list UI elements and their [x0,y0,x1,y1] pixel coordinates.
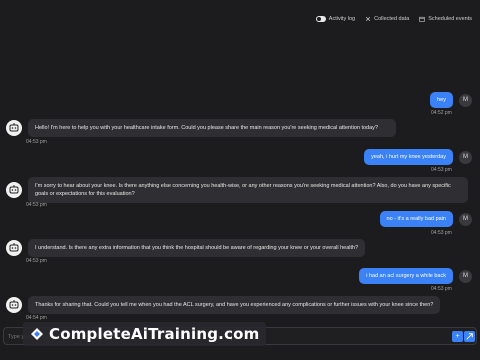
bot-bubble: Thanks for sharing that. Could you tell … [28,296,441,314]
bot-message: Hello! I'm here to help you with your he… [6,119,396,137]
scheduled-events-label: Scheduled events [428,16,472,22]
robot-icon [9,243,19,252]
message-timestamp: 04:54 pm [26,315,47,321]
activity-log-toggle[interactable]: Activity log [315,16,356,22]
watermark-text: CompleteAiTraining.com [49,325,260,343]
chat-app: Activity log Collected data Scheduled ev… [0,0,480,360]
user-avatar: M [459,212,472,226]
message-timestamp: 04:53 pm [26,258,47,264]
user-avatar: M [459,269,472,283]
user-avatar: M [459,93,472,107]
user-bubble: yeah, i hurt my knee yesterday [364,149,453,165]
bot-avatar [6,182,22,198]
plus-icon: + [455,333,460,340]
user-avatar: M [459,150,472,164]
collected-data-button[interactable]: Collected data [365,16,409,22]
attach-button[interactable]: + [452,331,463,342]
user-bubble: i had an acl surgery a while back [359,268,453,284]
collected-data-label: Collected data [374,16,410,22]
user-bubble: no - it's a really bad pain [379,211,453,227]
brand-logo-icon [31,328,43,340]
robot-icon [9,123,19,132]
bot-bubble: I understand. Is there any extra informa… [28,239,366,257]
collected-data-icon [366,16,371,22]
send-button[interactable] [464,331,475,342]
user-bubble: hey [430,92,453,108]
user-message: yeah, i hurt my knee yesterday M [364,149,472,165]
activity-log-label: Activity log [328,16,356,22]
bot-avatar [6,297,22,313]
user-message: no - it's a really bad pain M [379,211,472,227]
robot-icon [9,185,19,194]
calendar-icon [419,16,425,22]
bot-bubble: Hello! I'm here to help you with your he… [28,119,396,137]
bot-bubble: I'm sorry to hear about your knee. Is th… [28,177,468,203]
message-timestamp: 04:53 pm [431,286,452,292]
toggle-switch-icon[interactable] [315,16,326,22]
message-timestamp: 04:52 pm [431,110,452,116]
user-message: i had an acl surgery a while back M [359,268,472,284]
message-timestamp: 04:53 pm [431,167,452,173]
send-icon [466,333,473,340]
scheduled-events-button[interactable]: Scheduled events [419,16,472,22]
top-toolbar: Activity log Collected data Scheduled ev… [315,16,472,22]
bot-message: Thanks for sharing that. Could you tell … [6,296,441,314]
bot-avatar [6,240,22,256]
bot-message: I'm sorry to hear about your knee. Is th… [6,177,468,203]
watermark: CompleteAiTraining.com [23,322,266,346]
bot-avatar [6,120,22,136]
bot-message: I understand. Is there any extra informa… [6,239,366,257]
message-timestamp: 04:53 pm [431,230,452,236]
robot-icon [9,300,19,309]
message-timestamp: 04:53 pm [26,202,47,208]
user-message: hey M [430,92,472,108]
message-timestamp: 04:53 pm [26,139,47,145]
